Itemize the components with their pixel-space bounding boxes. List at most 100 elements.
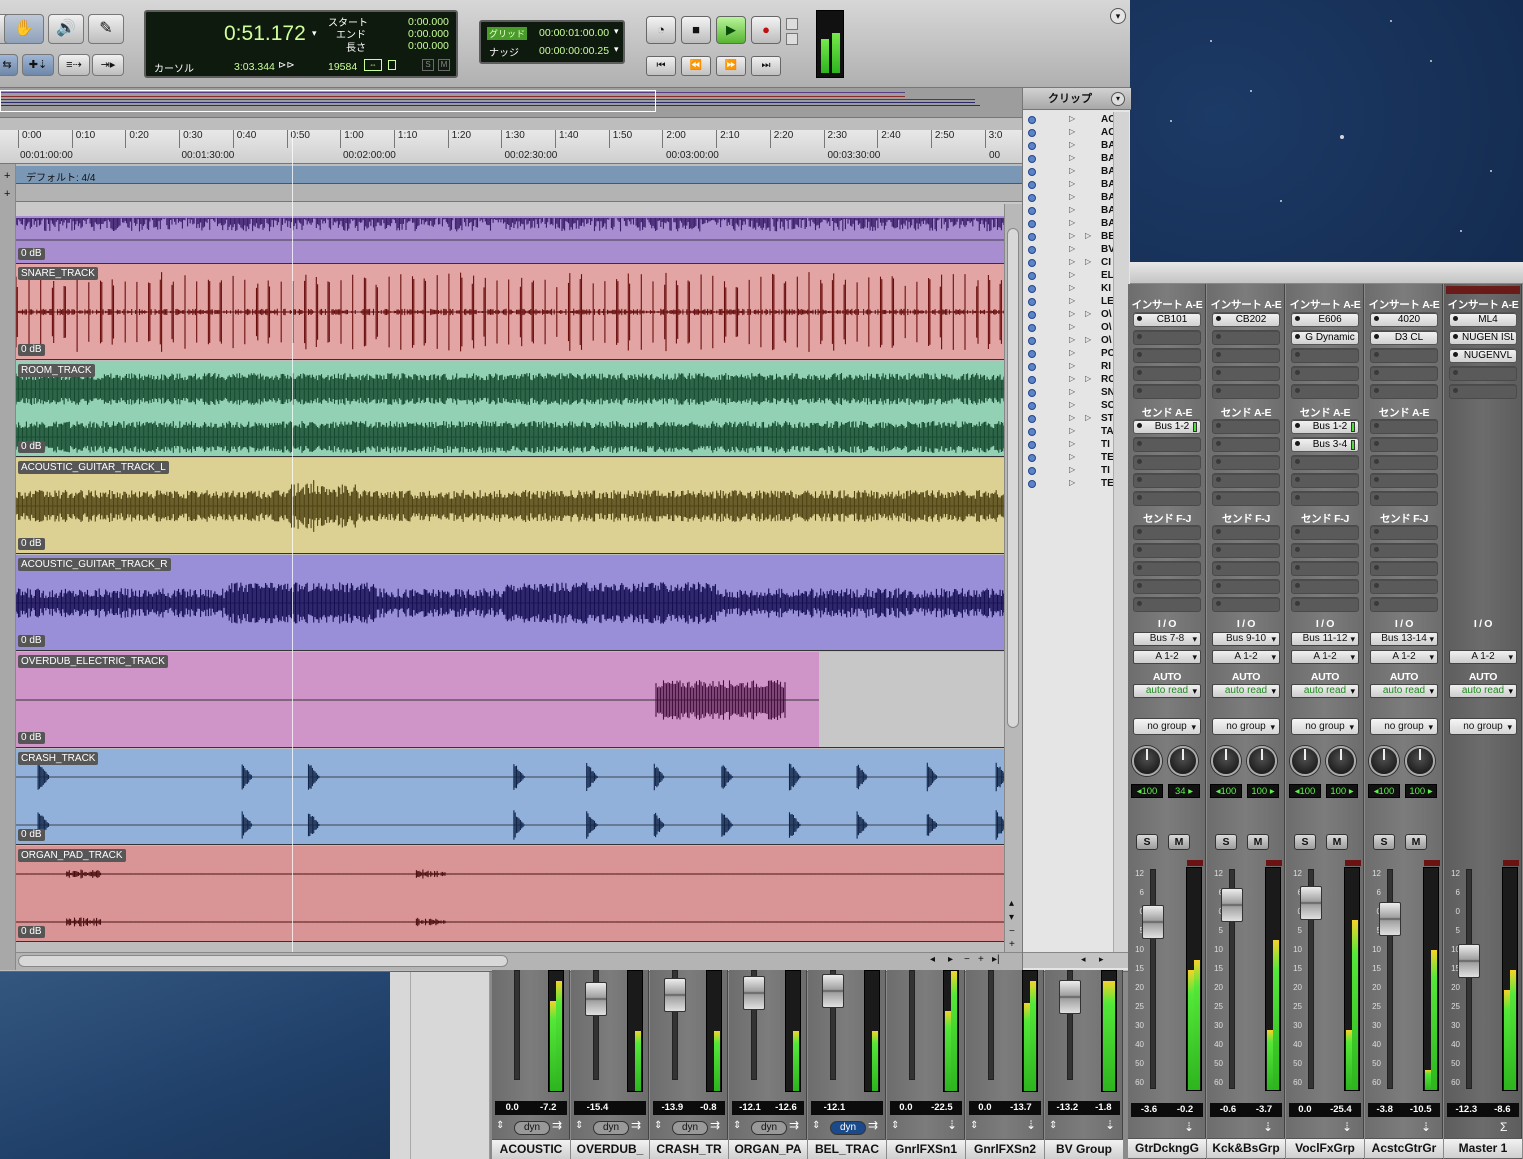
dyn-button[interactable]: dyn [514, 1121, 550, 1135]
clip-gain[interactable]: 0 dB [18, 829, 45, 841]
record-safe-icon[interactable]: ⇣ [1342, 1120, 1352, 1134]
send-bypass-icon[interactable] [1137, 441, 1142, 446]
solo-button[interactable]: S [1215, 834, 1237, 850]
strip-name[interactable]: OVERDUB_ [571, 1139, 649, 1159]
clip-disclosure-icon[interactable]: ▷ [1069, 283, 1075, 292]
insert-slot[interactable]: E606 [1291, 312, 1359, 327]
strip-name[interactable]: GnrlFXSn2 [966, 1139, 1044, 1159]
insert-slot[interactable] [1212, 330, 1280, 345]
quickpunch-toggle[interactable] [786, 33, 798, 45]
clip-disclosure-icon[interactable]: ▷ [1069, 166, 1075, 175]
clip-disclosure-icon[interactable]: ▷ [1069, 348, 1075, 357]
pan-left-value[interactable]: ◂100 [1131, 784, 1163, 798]
send-bypass-icon[interactable] [1137, 459, 1142, 464]
send-bypass-icon[interactable] [1216, 583, 1221, 588]
clip-disclosure-icon[interactable]: ▷ [1069, 244, 1075, 253]
send-slot[interactable] [1370, 419, 1438, 434]
insert-bypass-icon[interactable] [1137, 352, 1142, 357]
send-bypass-icon[interactable] [1137, 529, 1142, 534]
insert-bypass-icon[interactable] [1453, 334, 1458, 339]
volume-readout[interactable]: 0.0 -7.2 [495, 1101, 567, 1115]
track-arrow-icon[interactable]: ⇕ [891, 1120, 899, 1131]
send-slot[interactable] [1291, 597, 1359, 612]
volume-readout[interactable]: 0.0 -13.7 [969, 1101, 1041, 1115]
group-selector[interactable]: no group [1370, 718, 1438, 735]
insert-label[interactable]: インサート A-E [1286, 297, 1364, 312]
send-bypass-icon[interactable] [1216, 547, 1221, 552]
insert-bypass-icon[interactable] [1453, 316, 1458, 321]
insert-bypass-icon[interactable] [1374, 316, 1379, 321]
send-slot[interactable] [1291, 525, 1359, 540]
send-bypass-icon[interactable] [1216, 441, 1221, 446]
group-selector[interactable]: no group [1133, 718, 1201, 735]
send-bypass-icon[interactable] [1216, 601, 1221, 606]
s-indicator-icon[interactable]: S [422, 59, 434, 71]
track-arrow-icon[interactable]: ⇕ [812, 1120, 820, 1131]
pan-knob-right[interactable] [1326, 746, 1356, 776]
volume-fader[interactable] [585, 982, 607, 1016]
clip-expand-icon[interactable]: ▷ [1085, 374, 1091, 383]
clip-list-scrollbar[interactable] [1113, 112, 1129, 952]
group-selector[interactable]: no group [1291, 718, 1359, 735]
rewind-button[interactable]: ⏪ [681, 56, 711, 76]
clip-disclosure-icon[interactable]: ▷ [1069, 296, 1075, 305]
dyn-button[interactable]: dyn [830, 1121, 866, 1135]
track-lane[interactable]: SNARE_TRACK 0 dB [16, 264, 1004, 360]
zoom-out-icon[interactable]: ▾ [1009, 912, 1014, 923]
insert-slot[interactable] [1291, 384, 1359, 399]
clip-expand-icon[interactable]: ▷ [1085, 335, 1091, 344]
send-slot[interactable] [1291, 473, 1359, 488]
send-slot[interactable] [1291, 579, 1359, 594]
clip-disclosure-icon[interactable]: ▷ [1069, 270, 1075, 279]
record-safe-icon[interactable]: ⇉ [552, 1118, 562, 1132]
track-lane[interactable]: ROOM_TRACK 0 dB [16, 361, 1004, 457]
track-zoom-plus-icon[interactable]: + [1009, 939, 1015, 950]
insert-bypass-icon[interactable] [1374, 334, 1379, 339]
start-value[interactable]: 0:00.000 [408, 16, 449, 28]
h-zoom-out-icon[interactable]: − [964, 954, 970, 965]
insert-slot[interactable] [1133, 366, 1201, 381]
send-bypass-icon[interactable] [1137, 565, 1142, 570]
pan-left-value[interactable]: ◂100 [1368, 784, 1400, 798]
send-slot[interactable] [1370, 455, 1438, 470]
strip-name[interactable]: GtrDckngG [1128, 1138, 1206, 1158]
send-bypass-icon[interactable] [1216, 565, 1221, 570]
output-selector[interactable]: A 1-2 [1133, 650, 1201, 664]
insert-slot[interactable] [1370, 366, 1438, 381]
h-zoom-in-icon[interactable]: + [978, 954, 984, 965]
mute-button[interactable]: M [1168, 834, 1190, 850]
track-name[interactable]: ACOUSTIC_GUITAR_TRACK_L [18, 461, 169, 474]
main-counter[interactable]: 0:51.172 [224, 22, 306, 46]
send-bypass-icon[interactable] [1374, 477, 1379, 482]
send-slot[interactable] [1133, 543, 1201, 558]
automation-mode-selector[interactable]: auto read [1212, 684, 1280, 698]
send-slot[interactable] [1133, 491, 1201, 506]
insert-bypass-icon[interactable] [1295, 316, 1300, 321]
send-slot[interactable] [1370, 543, 1438, 558]
link-selection-button[interactable]: ⇥▸ [92, 54, 124, 76]
dyn-button[interactable]: dyn [672, 1121, 708, 1135]
speaker-tool[interactable]: 🔊 [48, 14, 84, 44]
send-slot[interactable] [1291, 561, 1359, 576]
insert-bypass-icon[interactable] [1374, 388, 1379, 393]
send-bypass-icon[interactable] [1137, 601, 1142, 606]
send-slot[interactable] [1370, 597, 1438, 612]
volume-readout[interactable]: -12.1 -12.6 [732, 1101, 804, 1115]
strip-name[interactable]: Kck&BsGrp [1207, 1138, 1285, 1158]
track-lane[interactable]: CRASH_TRACK 0 dB [16, 749, 1004, 845]
edit-mode-button[interactable]: ⇆ [0, 54, 18, 76]
add-marker-icon[interactable]: + [4, 170, 10, 182]
pan-knob-right[interactable] [1168, 746, 1198, 776]
record-safe-icon[interactable]: Σ [1500, 1120, 1507, 1134]
mute-button[interactable]: M [1405, 834, 1427, 850]
mute-button[interactable]: M [1326, 834, 1348, 850]
pan-right-value[interactable]: 100 ▸ [1326, 784, 1358, 798]
insert-slot[interactable] [1449, 366, 1517, 381]
scroll-right-icon[interactable]: ▸ [948, 954, 953, 965]
clip-disclosure-icon[interactable]: ▷ [1069, 309, 1075, 318]
volume-readout[interactable]: -15.4 [574, 1101, 646, 1115]
input-selector[interactable]: Bus 11-12 [1291, 632, 1359, 646]
send-slot[interactable] [1133, 579, 1201, 594]
vertical-scrollbar[interactable]: ▴ ▾ − + [1004, 204, 1022, 952]
insert-slot[interactable]: G Dynamic [1291, 330, 1359, 345]
